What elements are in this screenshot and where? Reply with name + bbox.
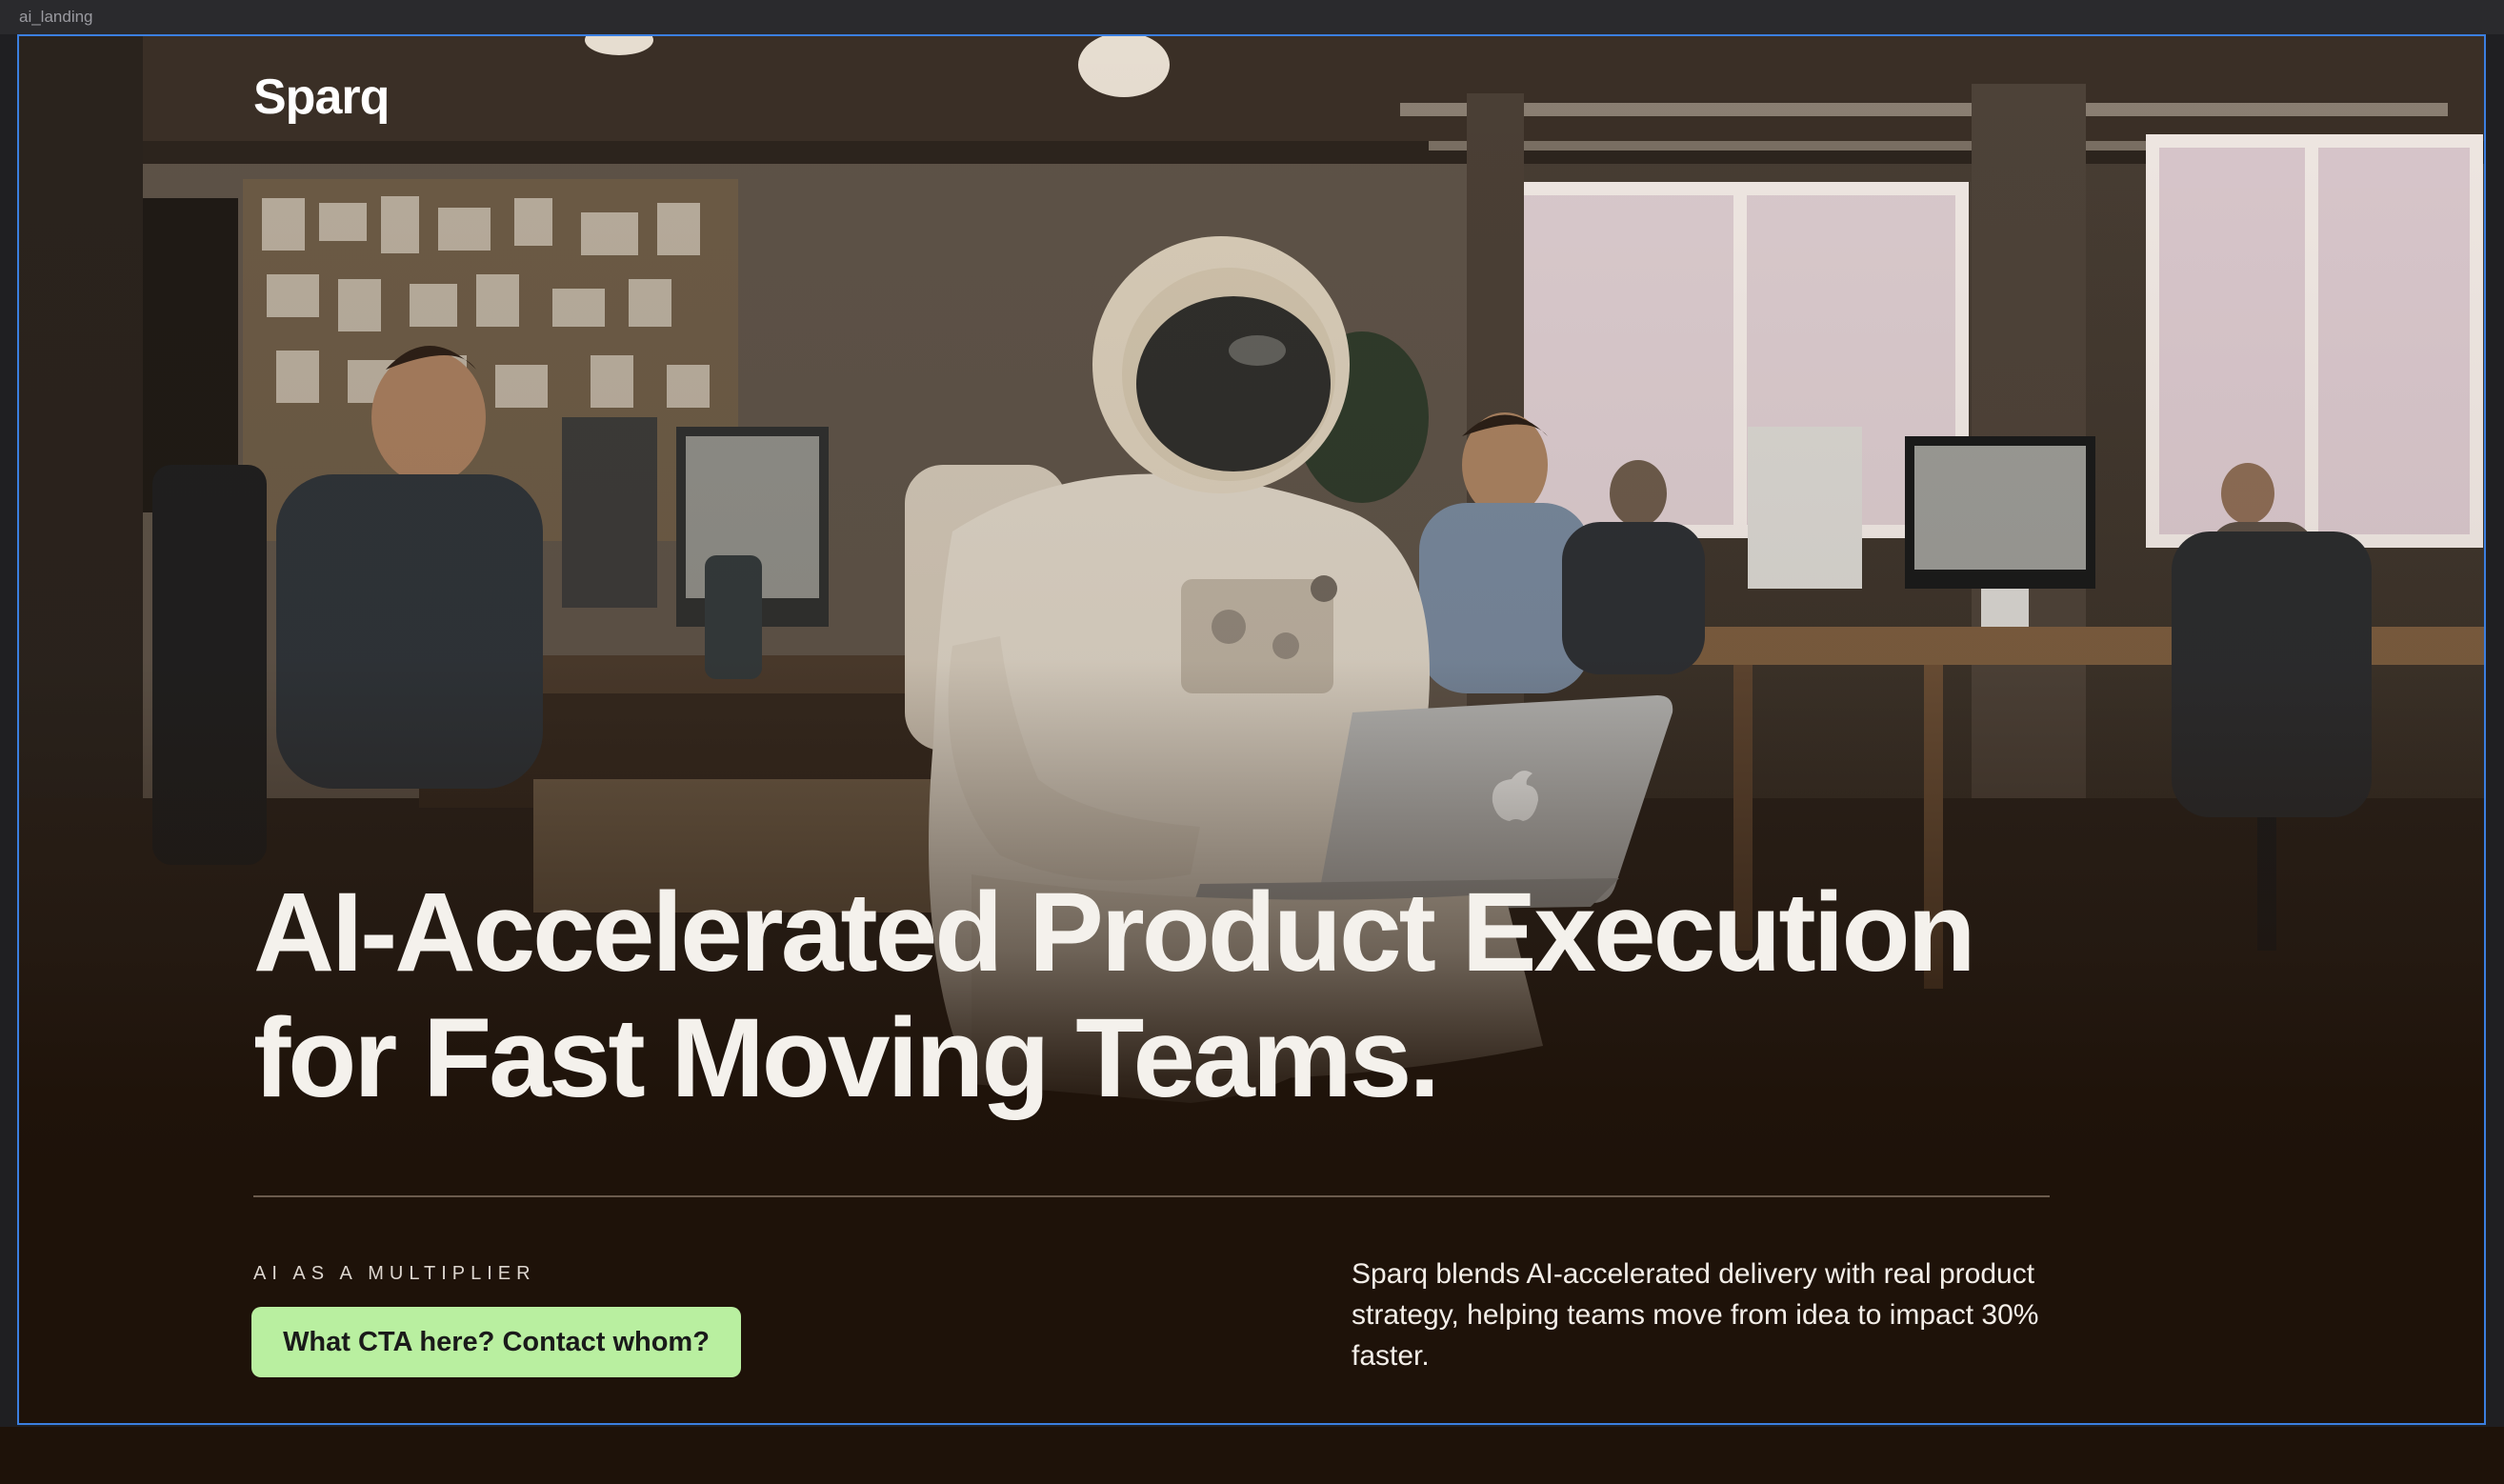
- landing-frame: Sparq AI-Accelerated Product Execution f…: [17, 34, 2486, 1425]
- eyebrow-label: AI AS A MULTIPLIER: [253, 1263, 536, 1284]
- section-divider: [253, 1195, 2050, 1197]
- cta-button[interactable]: What CTA here? Contact whom?: [251, 1307, 741, 1377]
- hero-headline: AI-Accelerated Product Execution for Fas…: [253, 870, 2158, 1121]
- headline-line-2: for Fast Moving Teams.: [253, 995, 1440, 1121]
- next-section: [0, 1427, 2504, 1484]
- brand-logo[interactable]: Sparq: [253, 69, 390, 126]
- editor-topbar: ai_landing: [0, 0, 2504, 34]
- headline-line-1: AI-Accelerated Product Execution: [253, 870, 1976, 995]
- hero-gradient-overlay: [19, 36, 2484, 1423]
- frame-label[interactable]: ai_landing: [19, 8, 93, 27]
- hero-description: Sparq blends AI-accelerated delivery wit…: [1352, 1258, 2039, 1372]
